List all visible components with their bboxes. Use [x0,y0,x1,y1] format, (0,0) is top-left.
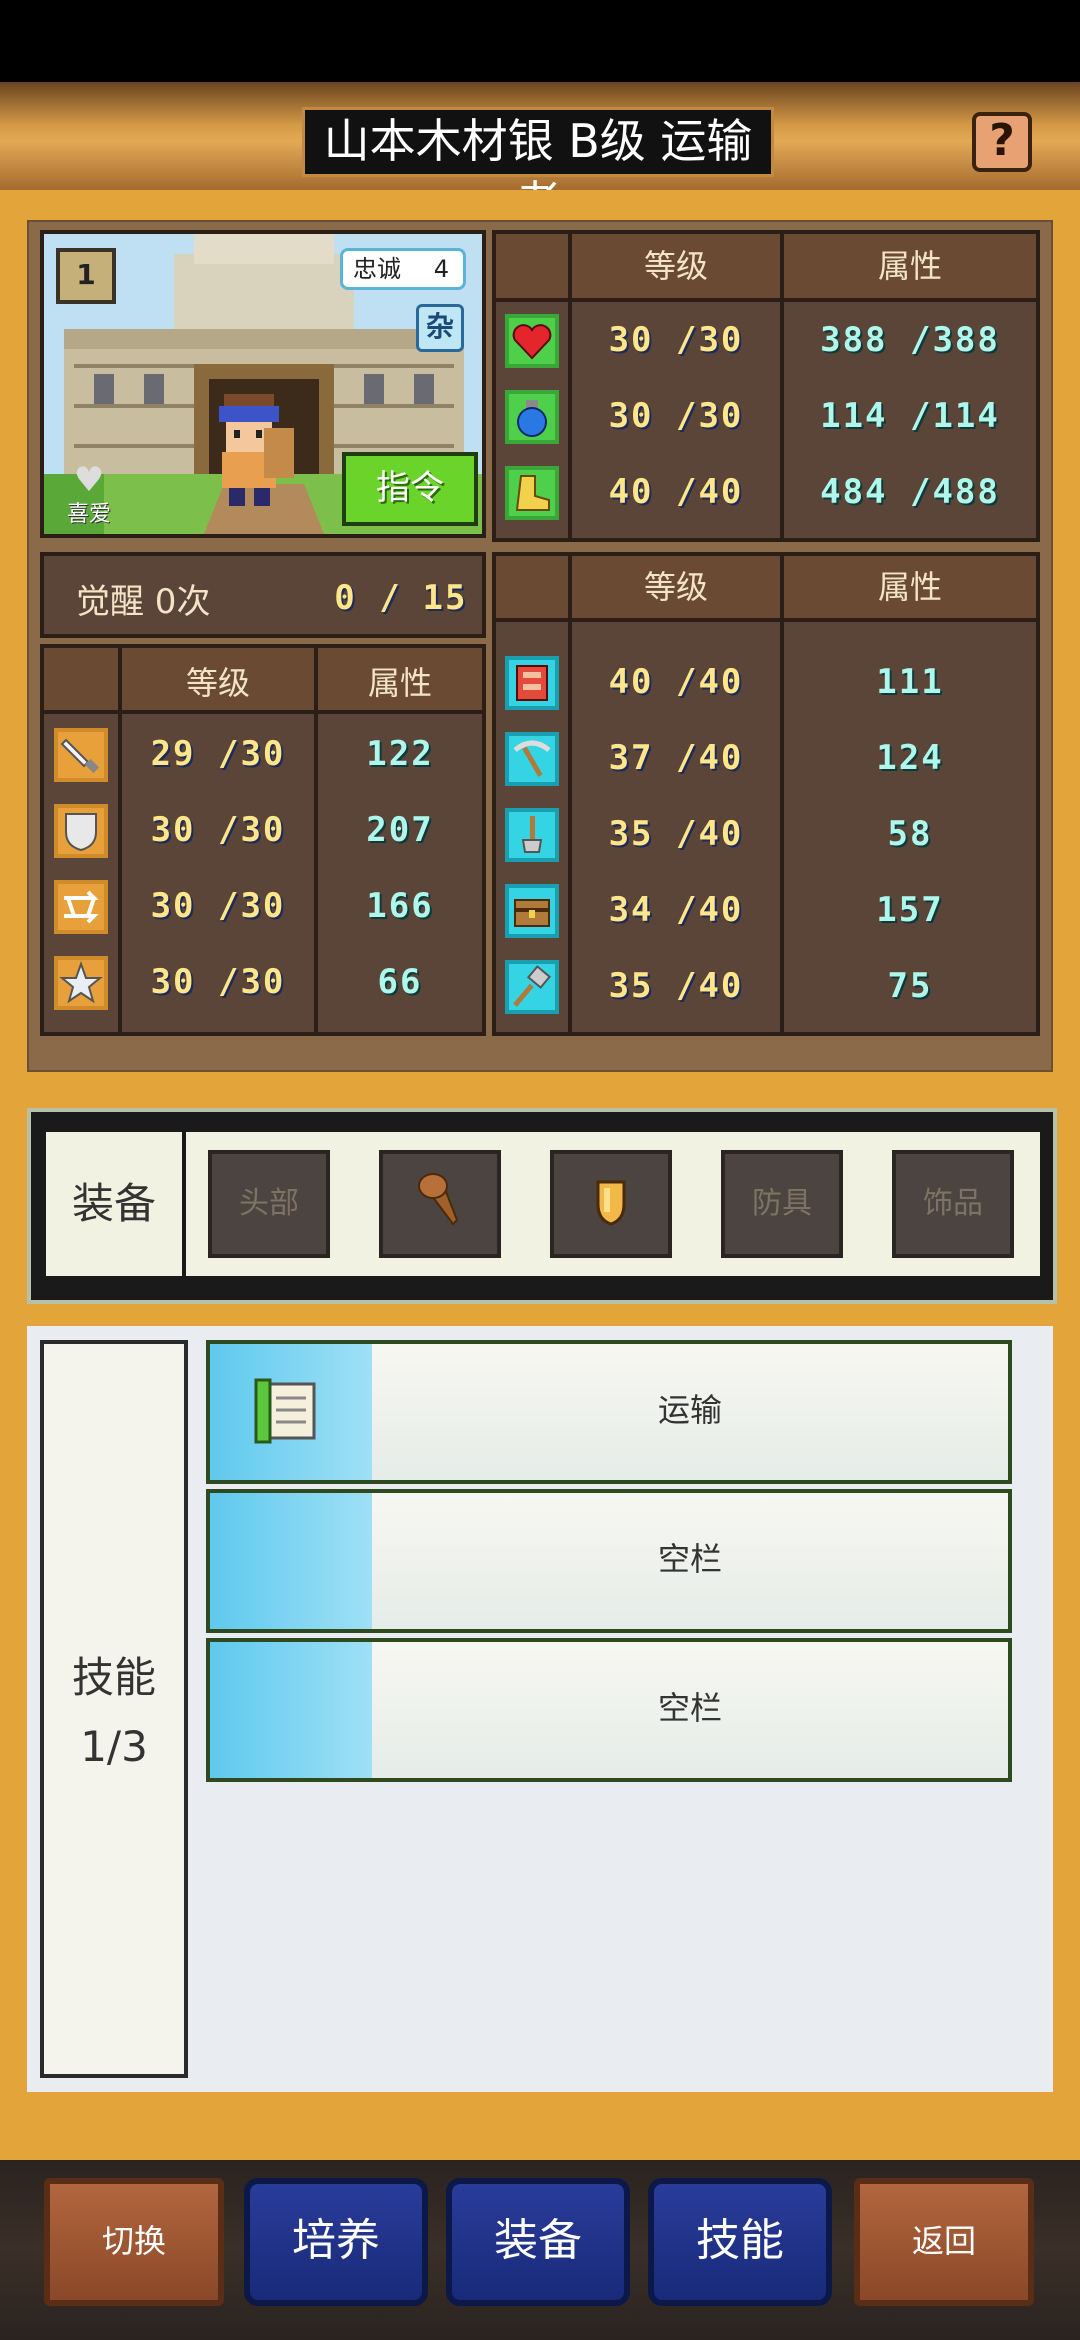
skill-slot-2[interactable]: 空栏 [206,1489,1012,1633]
chest-attribute: 157 [876,890,944,930]
hp-level: 30 /30 [608,320,744,360]
skill-name: 空栏 [372,1493,1008,1629]
stamina-level: 40 /40 [608,472,744,512]
awakening-max: 15 [422,578,468,618]
equip-slot-weapon[interactable] [379,1150,501,1258]
column-header-level: 等级 [122,648,314,710]
book-attribute: 111 [876,662,944,702]
command-button[interactable]: 指令 [342,452,478,526]
awakening-bar: 觉醒 0次 0 / 15 [40,552,486,638]
equipment-label: 装备 [46,1132,186,1276]
mp-level: 30 /30 [608,396,744,436]
attack-attribute: 122 [366,734,434,774]
like-label: 喜爱 [66,502,111,527]
defense-level: 30 /30 [150,810,286,850]
luck-level: 30 /30 [150,962,286,1002]
skill-slot-3[interactable]: 空栏 [206,1638,1012,1782]
luck-attribute: 66 [377,962,423,1002]
club-icon [418,1173,459,1226]
shovel-level: 35 /40 [608,814,744,854]
star-icon [54,956,108,1010]
help-icon[interactable]: ? [972,112,1032,172]
left-stats-table: 等级 属性 29 /30 122 30 /30 207 30 /30 166 3… [40,644,486,1036]
upper-stats-table: 等级 属性 30 /30 388 /388 30 /30 114 /114 40… [492,230,1040,542]
skills-label: 技能 [71,1653,156,1702]
equip-slot-accessory[interactable]: 饰品 [892,1150,1014,1258]
book-level: 40 /40 [608,662,744,702]
column-header-level: 等级 [572,556,780,618]
pickaxe-level: 37 /40 [608,738,744,778]
switch-button[interactable]: 切换 [44,2178,224,2306]
shovel-icon [505,808,559,862]
shield-icon [54,804,108,858]
book-icon [505,656,559,710]
loyalty-badge: 忠诚 4 [340,248,466,290]
chest-icon [505,884,559,938]
skill-name: 空栏 [372,1642,1008,1778]
equip-slot-head[interactable]: 头部 [208,1150,330,1258]
character-sprite [219,394,294,506]
column-header-level: 等级 [572,234,780,298]
speed-attribute: 166 [366,886,434,926]
pickaxe-icon [505,732,559,786]
right-stats-table: 等级 属性 40 /40 111 37 /40 124 35 /40 58 34… [492,552,1040,1036]
loyalty-label: 忠诚 [353,255,401,283]
type-badge: 杂 [416,304,464,352]
equip-slot-shield[interactable] [550,1150,672,1258]
skill-name: 运输 [372,1344,1008,1480]
page-title: 山本木材银 B级 运输者 [302,107,774,230]
equip-slot-armor[interactable]: 防具 [721,1150,843,1258]
skill-tab-button[interactable]: 技能 [648,2178,832,2306]
attack-level: 29 /30 [150,734,286,774]
heart-icon [505,314,559,368]
equip-tab-button[interactable]: 装备 [446,2178,630,2306]
chest-level: 34 /40 [608,890,744,930]
wooden-shield-icon [596,1180,626,1226]
boot-icon [505,466,559,520]
sword-icon [54,728,108,782]
hammer-icon [505,960,559,1014]
shovel-attribute: 58 [887,814,933,854]
loyalty-value: 4 [433,255,449,283]
awakening-label: 觉醒 0次 [76,582,211,622]
hp-attribute: 388 /388 [820,320,1000,360]
column-header-attribute: 属性 [784,556,1036,618]
awakening-progress: 0 / [334,578,402,618]
hammer-attribute: 75 [887,966,933,1006]
mp-attribute: 114 /114 [820,396,1000,436]
column-header-attribute: 属性 [784,234,1036,298]
rank-badge: 1 [56,248,116,304]
arrows-icon [54,880,108,934]
skills-count: 1/3 [80,1722,148,1771]
skill-slot-1[interactable]: 运输 [206,1340,1012,1484]
hammer-level: 35 /40 [608,966,744,1006]
column-header-attribute: 属性 [318,648,482,710]
defense-attribute: 207 [366,810,434,850]
back-button[interactable]: 返回 [854,2178,1034,2306]
train-button[interactable]: 培养 [244,2178,428,2306]
stamina-attribute: 484 /488 [820,472,1000,512]
speed-level: 30 /30 [150,886,286,926]
pickaxe-attribute: 124 [876,738,944,778]
scroll-icon [254,1378,316,1444]
character-portrait: 1 忠诚 4 杂 ♥ 喜爱 指令 [40,230,486,538]
potion-icon [505,390,559,444]
